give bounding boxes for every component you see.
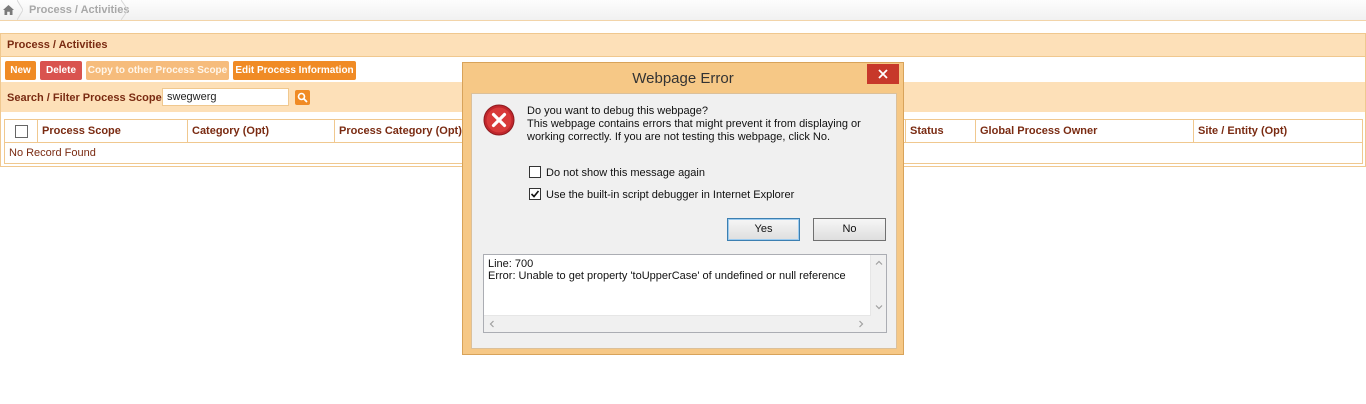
scroll-down-icon[interactable] bbox=[873, 301, 885, 313]
scroll-up-icon[interactable] bbox=[873, 257, 885, 269]
dialog-message: Do you want to debug this webpage? This … bbox=[527, 105, 897, 144]
home-icon[interactable] bbox=[0, 0, 17, 20]
dialog-title: Webpage Error bbox=[632, 70, 734, 87]
select-all-checkbox[interactable] bbox=[15, 125, 28, 138]
breadcrumb-separator-icon bbox=[17, 0, 23, 20]
use-debugger-label[interactable]: Use the built-in script debugger in Inte… bbox=[546, 189, 794, 201]
column-header-site-entity[interactable]: Site / Entity (Opt) bbox=[1193, 120, 1362, 142]
filter-process-scope-input[interactable]: swegwerg bbox=[162, 88, 289, 106]
column-header-global-process-owner[interactable]: Global Process Owner bbox=[975, 120, 1193, 142]
breadcrumb-current[interactable]: Process / Activities bbox=[29, 4, 129, 16]
dialog-body: Do you want to debug this webpage? This … bbox=[471, 93, 897, 349]
yes-button[interactable]: Yes bbox=[727, 218, 800, 241]
error-details-textbox[interactable]: Line: 700 Error: Unable to get property … bbox=[483, 254, 887, 333]
error-text: Error: Unable to get property 'toUpperCa… bbox=[488, 270, 846, 282]
message-body: This webpage contains errors that might … bbox=[527, 118, 861, 143]
scroll-right-icon[interactable] bbox=[855, 318, 867, 330]
delete-button[interactable]: Delete bbox=[40, 61, 82, 80]
column-header-status[interactable]: Status bbox=[905, 120, 975, 142]
column-header-process-scope[interactable]: Process Scope bbox=[37, 120, 187, 142]
edit-process-information-button[interactable]: Edit Process Information bbox=[233, 61, 356, 80]
new-button[interactable]: New bbox=[5, 61, 36, 80]
search-button[interactable] bbox=[295, 90, 310, 105]
message-heading: Do you want to debug this webpage? bbox=[527, 105, 709, 117]
close-button[interactable] bbox=[867, 64, 899, 84]
do-not-show-checkbox[interactable] bbox=[529, 166, 541, 178]
error-icon bbox=[483, 104, 515, 136]
close-icon bbox=[878, 69, 888, 79]
do-not-show-label[interactable]: Do not show this message again bbox=[546, 167, 705, 179]
search-icon bbox=[297, 92, 308, 103]
breadcrumb: Process / Activities bbox=[0, 0, 1366, 21]
horizontal-scrollbar[interactable] bbox=[484, 315, 871, 332]
webpage-error-dialog: Webpage Error Do you want to debug this … bbox=[462, 62, 904, 355]
use-debugger-checkbox[interactable] bbox=[529, 188, 541, 200]
error-details: Line: 700 Error: Unable to get property … bbox=[488, 258, 868, 282]
empty-message: No Record Found bbox=[9, 147, 96, 159]
select-all-cell bbox=[5, 120, 37, 142]
no-button[interactable]: No bbox=[813, 218, 886, 241]
breadcrumb-separator-icon bbox=[121, 0, 129, 20]
panel-header: Process / Activities bbox=[1, 34, 1365, 57]
scrollbar-corner bbox=[871, 316, 886, 332]
vertical-scrollbar[interactable] bbox=[870, 255, 886, 316]
scroll-left-icon[interactable] bbox=[486, 318, 498, 330]
copy-to-other-process-scope-button[interactable]: Copy to other Process Scope bbox=[86, 61, 229, 80]
filter-label: Search / Filter Process Scope bbox=[7, 92, 162, 104]
panel-title: Process / Activities bbox=[7, 39, 108, 51]
dialog-title-bar[interactable]: Webpage Error bbox=[463, 63, 903, 92]
column-header-category[interactable]: Category (Opt) bbox=[187, 120, 334, 142]
error-line: Line: 700 bbox=[488, 258, 534, 270]
